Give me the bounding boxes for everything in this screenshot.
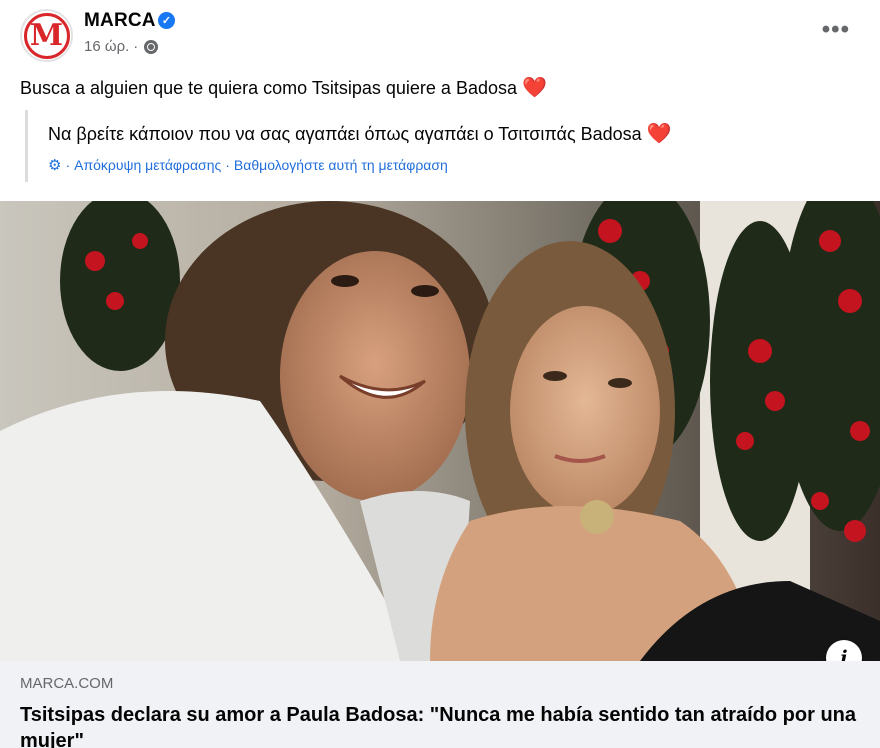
photo-couple-selfie <box>0 201 880 661</box>
page-avatar[interactable]: M <box>20 9 73 62</box>
translation-actions: ⚙ · Απόκρυψη μετάφρασης · Βαθμολογήστε α… <box>48 156 448 174</box>
gear-icon[interactable]: ⚙ <box>48 156 61 174</box>
meta-separator: · <box>225 157 230 173</box>
translation-text: Να βρείτε κάποιον που να σας αγαπάει όπω… <box>48 124 642 144</box>
meta-separator: · <box>65 157 71 173</box>
verified-badge-icon: ✓ <box>158 12 175 29</box>
post-meta: 16 ώρ. · <box>84 38 159 55</box>
globe-icon <box>144 39 159 54</box>
heart-emoji-icon: ❤️ <box>646 123 672 145</box>
link-preview-card[interactable]: MARCA.COM Tsitsipas declara su amor a Pa… <box>0 661 880 748</box>
translation-block: Να βρείτε κάποιον που να σας αγαπάει όπω… <box>25 110 855 182</box>
rate-translation-link[interactable]: Βαθμολογήστε αυτή τη μετάφραση <box>234 157 448 173</box>
post-message: Busca a alguien que te quiera como Tsits… <box>20 75 547 100</box>
heart-emoji-icon: ❤️ <box>522 77 547 99</box>
post-timestamp[interactable]: 16 ώρ. <box>84 38 129 55</box>
link-title[interactable]: Tsitsipas declara su amor a Paula Badosa… <box>20 702 860 748</box>
meta-separator: · <box>133 38 139 55</box>
post-message-text: Busca a alguien que te quiera como Tsits… <box>20 78 517 98</box>
post-photo[interactable] <box>0 201 880 661</box>
marca-logo: M <box>23 12 70 59</box>
page-name-link[interactable]: MARCA <box>84 10 156 32</box>
more-options-button[interactable]: ••• <box>822 18 850 42</box>
translation-message: Να βρείτε κάποιον που να σας αγαπάει όπω… <box>48 121 672 146</box>
post-header: M MARCA ✓ 16 ώρ. · ••• <box>0 0 880 72</box>
link-domain: MARCA.COM <box>20 675 114 692</box>
hide-translation-link[interactable]: Απόκρυψη μετάφρασης <box>74 157 221 173</box>
